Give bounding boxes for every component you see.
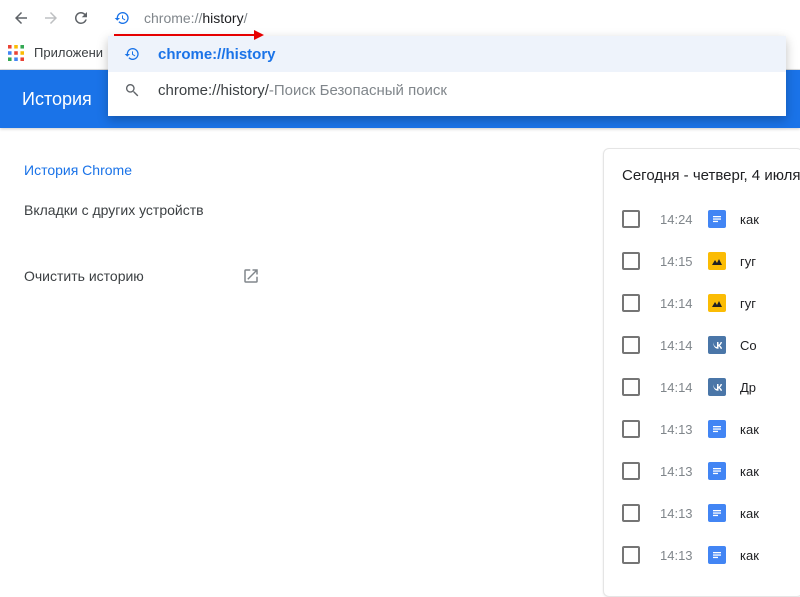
reload-button[interactable] <box>66 3 96 33</box>
sidebar-item-chrome-history[interactable]: История Chrome <box>0 150 280 190</box>
row-checkbox[interactable] <box>622 294 640 312</box>
row-time: 14:13 <box>660 548 708 563</box>
arrow-right-icon <box>42 9 60 27</box>
row-time: 14:13 <box>660 506 708 521</box>
sidebar-item-label: Очистить историю <box>24 268 144 284</box>
url-host: history <box>202 10 243 26</box>
row-title[interactable]: Др <box>740 380 756 395</box>
url-suffix: / <box>244 10 248 26</box>
content-area: История Chrome Вкладки с других устройст… <box>0 128 800 597</box>
sidebar-item-tabs-other-devices[interactable]: Вкладки с других устройств <box>0 190 280 230</box>
document-icon <box>708 420 726 438</box>
history-row[interactable]: 14:24 как <box>604 198 800 240</box>
sidebar: История Chrome Вкладки с других устройст… <box>0 128 280 597</box>
apps-icon[interactable] <box>8 45 24 61</box>
row-time: 14:24 <box>660 212 708 227</box>
history-row[interactable]: 14:13 как <box>604 492 800 534</box>
image-icon <box>708 252 726 270</box>
row-checkbox[interactable] <box>622 546 640 564</box>
row-title[interactable]: как <box>740 506 759 521</box>
row-time: 14:15 <box>660 254 708 269</box>
omnibox-suggestion[interactable]: chrome://history/ - Поиск Безопасный пои… <box>108 72 786 108</box>
row-time: 14:13 <box>660 422 708 437</box>
document-icon <box>708 210 726 228</box>
row-title[interactable]: как <box>740 464 759 479</box>
row-checkbox[interactable] <box>622 378 640 396</box>
document-icon <box>708 462 726 480</box>
omnibox-dropdown: chrome://history chrome://history/ - Пои… <box>108 36 786 116</box>
row-title[interactable]: Со <box>740 338 757 353</box>
document-icon <box>708 504 726 522</box>
back-button[interactable] <box>6 3 36 33</box>
history-row[interactable]: 14:13 как <box>604 450 800 492</box>
document-icon <box>708 546 726 564</box>
row-time: 14:14 <box>660 380 708 395</box>
row-checkbox[interactable] <box>622 420 640 438</box>
row-checkbox[interactable] <box>622 252 640 270</box>
history-row[interactable]: 14:14 гуг <box>604 282 800 324</box>
forward-button[interactable] <box>36 3 66 33</box>
history-row[interactable]: 14:13 как <box>604 534 800 576</box>
row-title[interactable]: гуг <box>740 254 756 269</box>
suggestion-text: chrome://history/ <box>158 82 269 99</box>
row-title[interactable]: как <box>740 422 759 437</box>
suggestion-source: Поиск Безопасный поиск <box>274 82 447 99</box>
annotation-arrow <box>114 28 264 42</box>
history-card: Сегодня - четверг, 4 июля 14:24 как 14:15 г… <box>603 148 800 597</box>
row-title[interactable]: как <box>740 212 759 227</box>
history-row[interactable]: 14:15 гуг <box>604 240 800 282</box>
suggestion-text: chrome://history <box>158 46 276 63</box>
main-panel: Сегодня - четверг, 4 июля 14:24 как 14:15 г… <box>280 128 800 597</box>
history-row[interactable]: 14:13 как <box>604 408 800 450</box>
row-time: 14:14 <box>660 338 708 353</box>
reload-icon <box>72 9 90 27</box>
history-row[interactable]: 14:14 Др <box>604 366 800 408</box>
page-title: История <box>22 89 92 110</box>
row-checkbox[interactable] <box>622 462 640 480</box>
sidebar-item-label: Вкладки с других устройств <box>24 202 204 218</box>
row-time: 14:13 <box>660 464 708 479</box>
image-icon <box>708 294 726 312</box>
history-icon <box>124 46 140 62</box>
history-icon <box>114 10 130 26</box>
arrow-left-icon <box>12 9 30 27</box>
vk-icon <box>708 336 726 354</box>
sidebar-item-label: История Chrome <box>24 162 132 178</box>
row-checkbox[interactable] <box>622 504 640 522</box>
row-time: 14:14 <box>660 296 708 311</box>
history-date-header: Сегодня - четверг, 4 июля <box>604 167 800 198</box>
history-row[interactable]: 14:14 Со <box>604 324 800 366</box>
row-checkbox[interactable] <box>622 336 640 354</box>
row-checkbox[interactable] <box>622 210 640 228</box>
row-title[interactable]: как <box>740 548 759 563</box>
row-title[interactable]: гуг <box>740 296 756 311</box>
bookmarks-apps-label[interactable]: Приложени <box>34 45 103 60</box>
search-icon <box>124 82 140 98</box>
url-prefix: chrome:// <box>144 10 202 26</box>
vk-icon <box>708 378 726 396</box>
sidebar-item-clear-history[interactable]: Очистить историю <box>0 256 280 296</box>
external-link-icon <box>242 267 260 285</box>
